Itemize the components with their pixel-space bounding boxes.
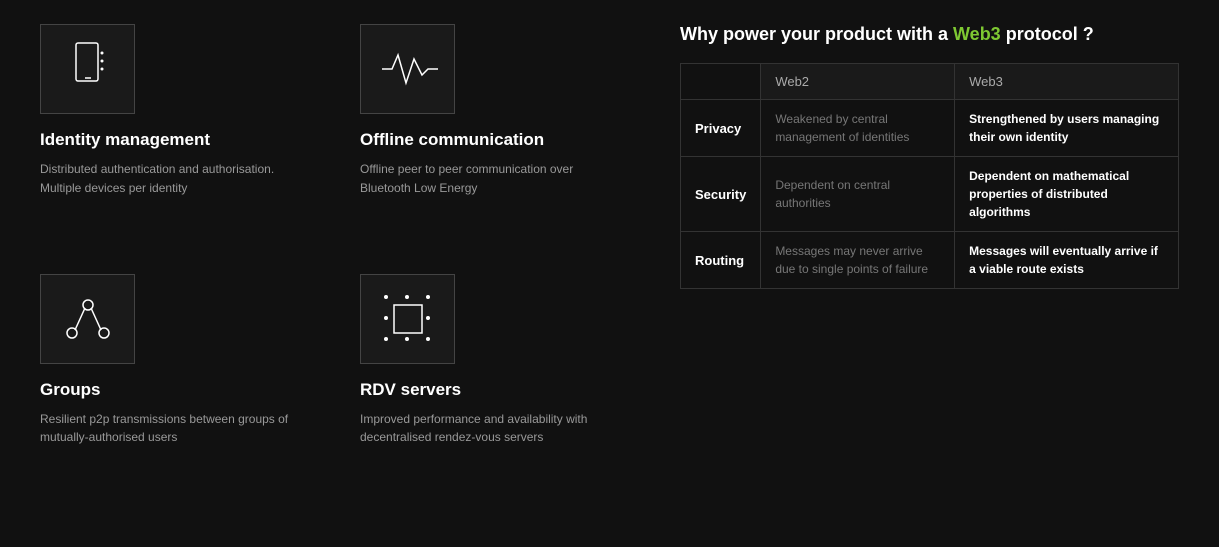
comparison-section: Why power your product with a Web3 proto… xyxy=(680,24,1179,523)
heading-highlight: Web3 xyxy=(953,24,1001,44)
feature-rdv: RDV servers Improved performance and ava… xyxy=(360,274,620,500)
feature-rdv-desc: Improved performance and availability wi… xyxy=(360,410,620,447)
feature-identity-title: Identity management xyxy=(40,130,300,150)
feature-groups-desc: Resilient p2p transmissions between grou… xyxy=(40,410,300,447)
row-web2-routing: Messages may never arrive due to single … xyxy=(761,232,955,289)
rdv-icon-box xyxy=(360,274,455,364)
feature-offline-desc: Offline peer to peer communication over … xyxy=(360,160,620,197)
feature-rdv-title: RDV servers xyxy=(360,380,620,400)
table-heading: Why power your product with a Web3 proto… xyxy=(680,24,1179,45)
row-web3-privacy: Strengthened by users managing their own… xyxy=(955,100,1179,157)
groups-icon-box xyxy=(40,274,135,364)
page-container: Identity management Distributed authenti… xyxy=(0,0,1219,547)
row-category-routing: Routing xyxy=(681,232,761,289)
table-row-privacy: Privacy Weakened by central management o… xyxy=(681,100,1179,157)
feature-offline-title: Offline communication xyxy=(360,130,620,150)
feature-groups: Groups Resilient p2p transmissions betwe… xyxy=(40,274,300,500)
feature-offline: Offline communication Offline peer to pe… xyxy=(360,24,620,250)
row-web2-privacy: Weakened by central management of identi… xyxy=(761,100,955,157)
table-header-row: Web2 Web3 xyxy=(681,64,1179,100)
comparison-table: Web2 Web3 Privacy Weakened by central ma… xyxy=(680,63,1179,289)
row-web2-security: Dependent on central authorities xyxy=(761,157,955,232)
row-category-security: Security xyxy=(681,157,761,232)
heading-post: protocol ? xyxy=(1001,24,1094,44)
table-row-security: Security Dependent on central authoritie… xyxy=(681,157,1179,232)
offline-icon-box xyxy=(360,24,455,114)
col-header-web3: Web3 xyxy=(955,64,1179,100)
feature-identity: Identity management Distributed authenti… xyxy=(40,24,300,250)
identity-icon-box xyxy=(40,24,135,114)
col-header-empty xyxy=(681,64,761,100)
feature-groups-title: Groups xyxy=(40,380,300,400)
feature-identity-desc: Distributed authentication and authorisa… xyxy=(40,160,300,197)
table-row-routing: Routing Messages may never arrive due to… xyxy=(681,232,1179,289)
heading-pre: Why power your product with a xyxy=(680,24,953,44)
col-header-web2: Web2 xyxy=(761,64,955,100)
row-web3-security: Dependent on mathematical properties of … xyxy=(955,157,1179,232)
row-web3-routing: Messages will eventually arrive if a via… xyxy=(955,232,1179,289)
features-section: Identity management Distributed authenti… xyxy=(40,24,620,523)
row-category-privacy: Privacy xyxy=(681,100,761,157)
